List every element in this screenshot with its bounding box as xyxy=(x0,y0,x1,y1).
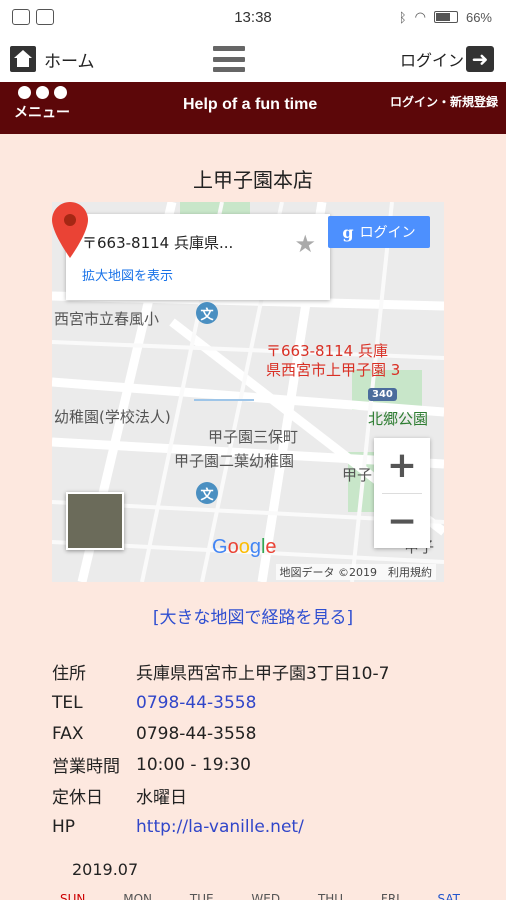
info-row-hp: HP http://la-vanille.net/ xyxy=(52,816,304,837)
home-button[interactable]: ホーム xyxy=(10,46,95,72)
google-map[interactable]: 〒663-8114 兵庫県... 拡大地図を表示 ★ g ログイン 文 文 西宮… xyxy=(52,202,444,582)
star-icon[interactable]: ★ xyxy=(294,230,316,258)
map-label-park: 北郷公園 xyxy=(368,410,429,428)
route-badge: 340 xyxy=(368,388,397,401)
google-logo: Google xyxy=(212,536,277,558)
wifi-icon: ◠ xyxy=(414,9,426,24)
google-login-label: ログイン xyxy=(359,225,416,241)
map-label-school: 西宮市立春風小 xyxy=(54,310,160,328)
map-attribution[interactable]: 地図データ ©2019 利用規約 xyxy=(275,564,436,580)
hamburger-menu-icon[interactable] xyxy=(213,46,245,72)
school-icon[interactable]: 文 xyxy=(196,302,218,324)
route-map-link[interactable]: [大きな地図で経路を見る] xyxy=(0,603,506,628)
calendar-month: 2019.07 xyxy=(72,860,139,879)
status-bar: 13:38 ᛒ ◠ 66% xyxy=(0,0,506,36)
pin-icon[interactable] xyxy=(52,202,88,258)
info-row-fax: FAX 0798-44-3558 xyxy=(52,723,257,744)
google-g-icon: g xyxy=(342,222,354,242)
battery-percent: 66% xyxy=(465,9,492,25)
google-login-button[interactable]: g ログイン xyxy=(328,216,430,248)
login-button[interactable]: ログイン ➜ xyxy=(400,46,494,72)
zoom-control: + − xyxy=(374,438,430,548)
map-label-area: 甲子園三保町 xyxy=(208,428,299,446)
store-info-table: 住所 兵庫県西宮市上甲子園3丁目10-7 TEL 0798-44-3558 FA… xyxy=(52,656,472,842)
satellite-toggle[interactable] xyxy=(66,492,124,550)
map-card-address: 〒663-8114 兵庫県... xyxy=(82,234,234,252)
login-register-link[interactable]: ログイン・新規登録 xyxy=(390,93,498,110)
battery-icon xyxy=(433,11,458,23)
map-label-kindergarten2: 甲子園二葉幼稚園 xyxy=(174,452,295,470)
system-icons: ᛒ ◠ 66% xyxy=(399,9,492,25)
info-row-address: 住所 兵庫県西宮市上甲子園3丁目10-7 xyxy=(52,664,390,684)
enlarge-map-link[interactable]: 拡大地図を表示 xyxy=(82,265,314,284)
login-label: ログイン xyxy=(399,51,464,70)
site-title[interactable]: Help of a fun time xyxy=(183,96,317,114)
menu-label: メニュー xyxy=(14,105,70,121)
tel-link[interactable]: 0798-44-3558 xyxy=(136,693,256,713)
page-title: 上甲子園本店 xyxy=(193,168,313,192)
app-header: ホーム ログイン ➜ xyxy=(0,36,506,82)
info-row-tel: TEL 0798-44-3558 xyxy=(52,692,257,713)
home-icon xyxy=(10,46,36,72)
login-arrow-icon: ➜ xyxy=(466,46,494,72)
nav-bar: メニュー Help of a fun time ログイン・新規登録 xyxy=(0,82,506,134)
map-label-partial: 甲子 xyxy=(342,466,373,484)
home-label: ホーム xyxy=(44,51,95,72)
info-row-closed: 定休日 水曜日 xyxy=(52,788,187,808)
school-icon[interactable]: 文 xyxy=(196,482,218,504)
calendar-weekdays: SUN MON TUE WED THU FRI SAT xyxy=(60,892,460,900)
map-info-card: 〒663-8114 兵庫県... 拡大地図を表示 ★ xyxy=(66,214,330,300)
homepage-link[interactable]: http://la-vanille.net/ xyxy=(136,817,304,837)
zoom-out-icon[interactable]: − xyxy=(374,494,430,549)
zoom-in-icon[interactable]: + xyxy=(374,438,430,493)
dots-icon xyxy=(14,86,70,99)
pin-label: 〒663-8114 兵庫 県西宮市上甲子園 3 xyxy=(266,342,401,379)
menu-button[interactable]: メニュー xyxy=(14,86,70,122)
info-row-hours: 営業時間 10:00 - 19:30 xyxy=(52,754,251,778)
bluetooth-icon: ᛒ xyxy=(398,9,407,25)
map-label-kindergarten: 幼稚園(学校法人) xyxy=(54,408,171,426)
